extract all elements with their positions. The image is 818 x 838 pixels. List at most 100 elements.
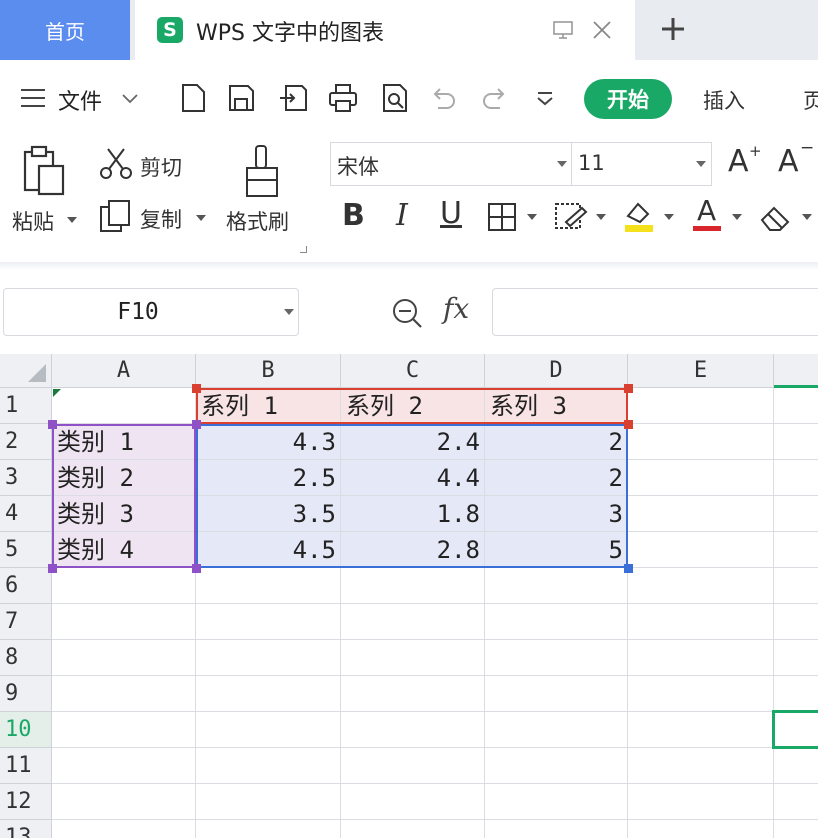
column-header-next[interactable] xyxy=(774,354,818,388)
category-range-handle-tl[interactable] xyxy=(48,420,57,429)
cell-b4[interactable]: 3.5 xyxy=(196,496,341,532)
cell-f7[interactable] xyxy=(774,604,818,640)
series-range-handle-br[interactable] xyxy=(624,420,633,429)
cell-a4[interactable]: 类别 3 xyxy=(52,496,196,532)
cell-c1[interactable]: 系列 2 xyxy=(341,388,485,424)
cell-b12[interactable] xyxy=(196,784,341,820)
row-header-7[interactable]: 7 xyxy=(0,604,52,640)
ribbon-tab-page[interactable]: 页 xyxy=(803,85,818,115)
highlight-dropdown-icon[interactable] xyxy=(664,214,674,220)
cell-a10[interactable] xyxy=(52,712,196,748)
column-header-c[interactable]: C xyxy=(341,354,485,388)
cell-f12[interactable] xyxy=(774,784,818,820)
row-header-2[interactable]: 2 xyxy=(0,424,52,460)
cell-e7[interactable] xyxy=(628,604,774,640)
font-name-select[interactable]: 宋体 xyxy=(330,142,572,186)
series-range-handle-tl[interactable] xyxy=(192,384,201,393)
ribbon-tab-insert[interactable]: 插入 xyxy=(703,85,745,115)
category-range-handle-bl[interactable] xyxy=(48,564,57,573)
cell-b3[interactable]: 2.5 xyxy=(196,460,341,496)
cell-c10[interactable] xyxy=(341,712,485,748)
cell-d3[interactable]: 2 xyxy=(485,460,628,496)
font-color-button[interactable]: A xyxy=(697,194,716,227)
row-header-4[interactable]: 4 xyxy=(0,496,52,532)
cell-d8[interactable] xyxy=(485,640,628,676)
highlight-color-icon[interactable] xyxy=(622,198,656,234)
decrease-font-size-button[interactable]: A xyxy=(778,144,799,179)
cell-d4[interactable]: 3 xyxy=(485,496,628,532)
cell-c7[interactable] xyxy=(341,604,485,640)
hamburger-menu-icon[interactable] xyxy=(20,87,46,109)
quick-access-dropdown-icon[interactable] xyxy=(532,82,558,114)
italic-button[interactable]: I xyxy=(396,198,408,233)
borders-icon[interactable] xyxy=(487,202,517,232)
row-header-3[interactable]: 3 xyxy=(0,460,52,496)
cell-c4[interactable]: 1.8 xyxy=(341,496,485,532)
row-header-8[interactable]: 8 xyxy=(0,640,52,676)
cell-e3[interactable] xyxy=(628,460,774,496)
cell-a9[interactable] xyxy=(52,676,196,712)
cell-d1[interactable]: 系列 3 xyxy=(485,388,628,424)
cell-e6[interactable] xyxy=(628,568,774,604)
print-preview-icon[interactable] xyxy=(380,82,410,114)
zoom-function-icon[interactable] xyxy=(390,296,424,330)
underline-button[interactable]: U xyxy=(440,196,462,231)
cell-c8[interactable] xyxy=(341,640,485,676)
scissors-icon[interactable] xyxy=(98,146,134,182)
series-range-handle-tr[interactable] xyxy=(624,384,633,393)
cell-b9[interactable] xyxy=(196,676,341,712)
cell-d11[interactable] xyxy=(485,748,628,784)
cell-b11[interactable] xyxy=(196,748,341,784)
cell-c9[interactable] xyxy=(341,676,485,712)
cell-c13[interactable] xyxy=(341,820,485,838)
values-range-handle-br[interactable] xyxy=(624,564,633,573)
formula-input[interactable] xyxy=(492,288,818,336)
new-file-icon[interactable] xyxy=(178,82,208,114)
cell-f1[interactable] xyxy=(774,388,818,424)
copy-dropdown-icon[interactable] xyxy=(196,215,206,221)
cell-e8[interactable] xyxy=(628,640,774,676)
cell-a7[interactable] xyxy=(52,604,196,640)
cell-a5[interactable]: 类别 4 xyxy=(52,532,196,568)
cell-e12[interactable] xyxy=(628,784,774,820)
cell-d12[interactable] xyxy=(485,784,628,820)
insert-function-button[interactable]: fx xyxy=(443,292,469,325)
cell-a1[interactable] xyxy=(52,388,196,424)
tab-document[interactable]: S WPS 文字中的图表 xyxy=(135,0,635,60)
cell-f8[interactable] xyxy=(774,640,818,676)
active-cell-f10[interactable] xyxy=(772,710,818,749)
export-pdf-icon[interactable] xyxy=(278,82,308,114)
tab-home[interactable]: 首页 xyxy=(0,0,130,60)
paste-button[interactable]: 粘贴 xyxy=(12,206,54,236)
cell-c5[interactable]: 2.8 xyxy=(341,532,485,568)
row-header-13[interactable]: 13 xyxy=(0,820,52,838)
cell-f9[interactable] xyxy=(774,676,818,712)
cell-d7[interactable] xyxy=(485,604,628,640)
cell-b13[interactable] xyxy=(196,820,341,838)
cell-e13[interactable] xyxy=(628,820,774,838)
cut-button[interactable]: 剪切 xyxy=(140,152,182,182)
category-range-handle-br[interactable] xyxy=(192,564,201,573)
cell-b10[interactable] xyxy=(196,712,341,748)
eraser-icon[interactable] xyxy=(758,202,794,232)
cell-f6[interactable] xyxy=(774,568,818,604)
cell-a11[interactable] xyxy=(52,748,196,784)
cell-e1[interactable] xyxy=(628,388,774,424)
cell-a3[interactable]: 类别 2 xyxy=(52,460,196,496)
cell-d10[interactable] xyxy=(485,712,628,748)
cell-f4[interactable] xyxy=(774,496,818,532)
redo-icon[interactable] xyxy=(480,82,510,114)
name-box[interactable]: F10 xyxy=(3,288,299,336)
cell-a6[interactable] xyxy=(52,568,196,604)
cell-b1[interactable]: 系列 1 xyxy=(196,388,341,424)
cell-b7[interactable] xyxy=(196,604,341,640)
column-header-d[interactable]: D xyxy=(485,354,628,388)
cell-d5[interactable]: 5 xyxy=(485,532,628,568)
row-header-12[interactable]: 12 xyxy=(0,784,52,820)
cell-e11[interactable] xyxy=(628,748,774,784)
cell-e2[interactable] xyxy=(628,424,774,460)
font-color-dropdown-icon[interactable] xyxy=(732,214,742,220)
cell-a13[interactable] xyxy=(52,820,196,838)
cell-a12[interactable] xyxy=(52,784,196,820)
cell-style-icon[interactable] xyxy=(554,202,588,232)
